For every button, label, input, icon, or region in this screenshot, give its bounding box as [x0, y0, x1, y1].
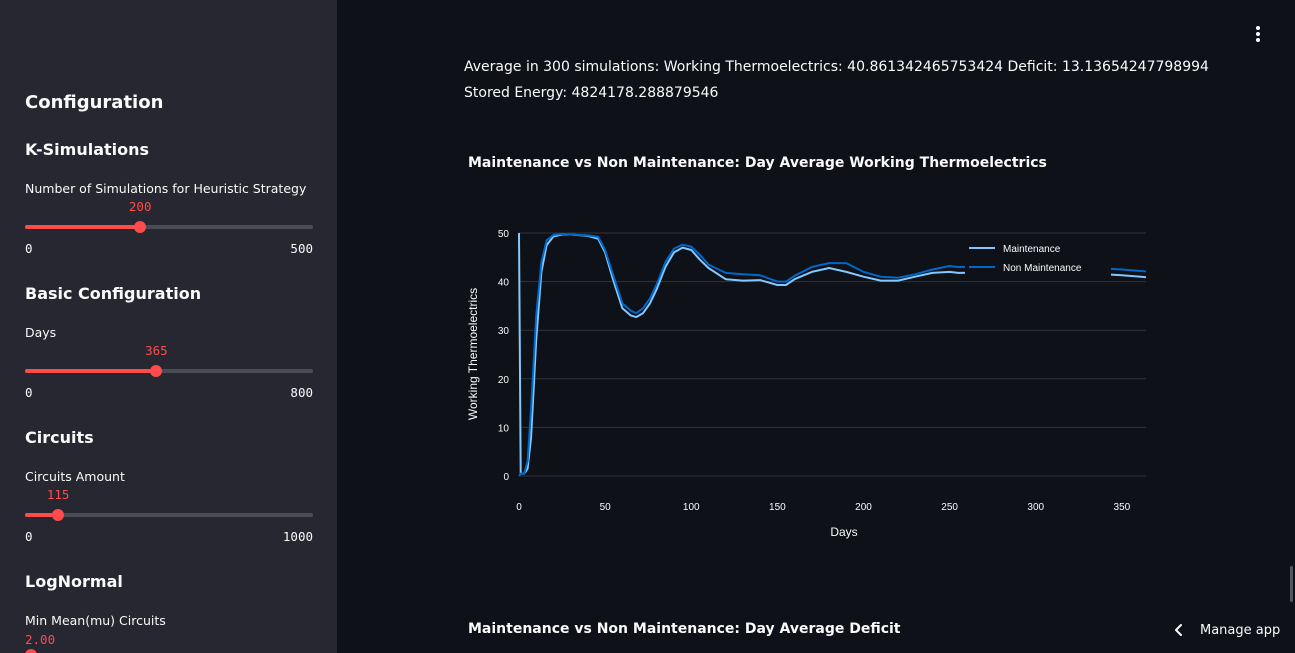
x-tick-labels: 0 50 100 150 200 250 300 350 [516, 502, 1130, 513]
slider-fill [25, 369, 157, 373]
main-menu-button[interactable] [1250, 24, 1266, 44]
legend-label: Non Maintenance [1003, 263, 1082, 274]
circuits-slider[interactable]: 115 0 1000 [25, 487, 313, 544]
slider-max: 1000 [282, 529, 313, 544]
menu-dot [1256, 32, 1260, 36]
slider-max: 500 [290, 241, 313, 256]
days-slider[interactable]: 365 0 800 [25, 343, 313, 400]
x-tick-label: 350 [1114, 502, 1131, 513]
y-tick-label: 40 [498, 278, 510, 289]
slider-value: 115 [46, 487, 70, 502]
manage-app-button[interactable]: Manage app [1172, 620, 1282, 642]
x-tick-label: 0 [516, 502, 522, 513]
simulations-slider[interactable]: 200 0 500 [25, 199, 313, 256]
slider-track[interactable] [25, 513, 313, 517]
slider-min: 0 [25, 241, 33, 256]
y-tick-label: 30 [498, 326, 510, 337]
slider-max: 800 [290, 385, 313, 400]
chart-legend: Maintenance Non Maintenance [965, 239, 1111, 279]
sidebar: Configuration K-Simulations Number of Si… [0, 0, 337, 653]
menu-dot [1256, 38, 1260, 42]
min-mean-slider-thumb[interactable] [25, 649, 37, 653]
y-axis-label: Working Thermoelectrics [466, 288, 480, 420]
menu-dot [1256, 26, 1260, 30]
slider-fill [25, 225, 141, 229]
chart2-title: Maintenance vs Non Maintenance: Day Aver… [468, 621, 901, 637]
slider-thumb[interactable] [52, 509, 65, 521]
simulations-slider-label: Number of Simulations for Heuristic Stra… [25, 181, 307, 196]
y-tick-label: 50 [498, 229, 510, 240]
x-tick-label: 200 [855, 502, 872, 513]
slider-value: 365 [145, 343, 168, 358]
lognormal-heading: LogNormal [25, 572, 123, 591]
slider-min: 0 [25, 529, 33, 544]
basic-configuration-heading: Basic Configuration [25, 284, 202, 303]
min-mean-circuits-label: Min Mean(mu) Circuits [25, 613, 166, 628]
simulation-summary: Average in 300 simulations: Working Ther… [464, 54, 1209, 106]
x-axis-label: Days [830, 525, 857, 539]
y-tick-label: 20 [498, 375, 510, 386]
legend-label: Maintenance [1003, 244, 1061, 255]
x-tick-label: 150 [769, 502, 786, 513]
k-simulations-heading: K-Simulations [25, 140, 150, 159]
slider-value: 200 [128, 199, 152, 214]
working-thermoelectrics-chart[interactable]: 0 10 20 30 40 50 0 50 100 150 200 250 300 350 Mainte… [457, 215, 1187, 545]
min-mean-circuits-value[interactable]: 2.00 [25, 632, 55, 647]
x-tick-label: 300 [1027, 502, 1044, 513]
summary-line-1: Average in 300 simulations: Working Ther… [464, 59, 1209, 75]
circuits-slider-label: Circuits Amount [25, 469, 125, 484]
slider-min: 0 [25, 385, 33, 400]
main-scrollbar[interactable] [1290, 566, 1293, 602]
summary-line-2: Stored Energy: 4824178.288879546 [464, 85, 719, 101]
y-tick-labels: 0 10 20 30 40 50 [498, 229, 510, 483]
y-tick-label: 0 [503, 472, 509, 483]
chevron-left-icon [1175, 624, 1182, 636]
days-slider-label: Days [25, 325, 57, 340]
slider-thumb[interactable] [134, 221, 147, 233]
y-tick-label: 10 [498, 423, 510, 434]
main-content: Average in 300 simulations: Working Ther… [337, 0, 1295, 653]
x-tick-label: 100 [683, 502, 700, 513]
chart1-title: Maintenance vs Non Maintenance: Day Aver… [468, 155, 1047, 171]
circuits-heading: Circuits [25, 428, 94, 447]
manage-app-label: Manage app [1200, 623, 1281, 638]
slider-thumb[interactable] [150, 365, 163, 377]
x-tick-label: 250 [941, 502, 958, 513]
sidebar-title: Configuration [25, 92, 164, 113]
x-tick-label: 50 [600, 502, 612, 513]
